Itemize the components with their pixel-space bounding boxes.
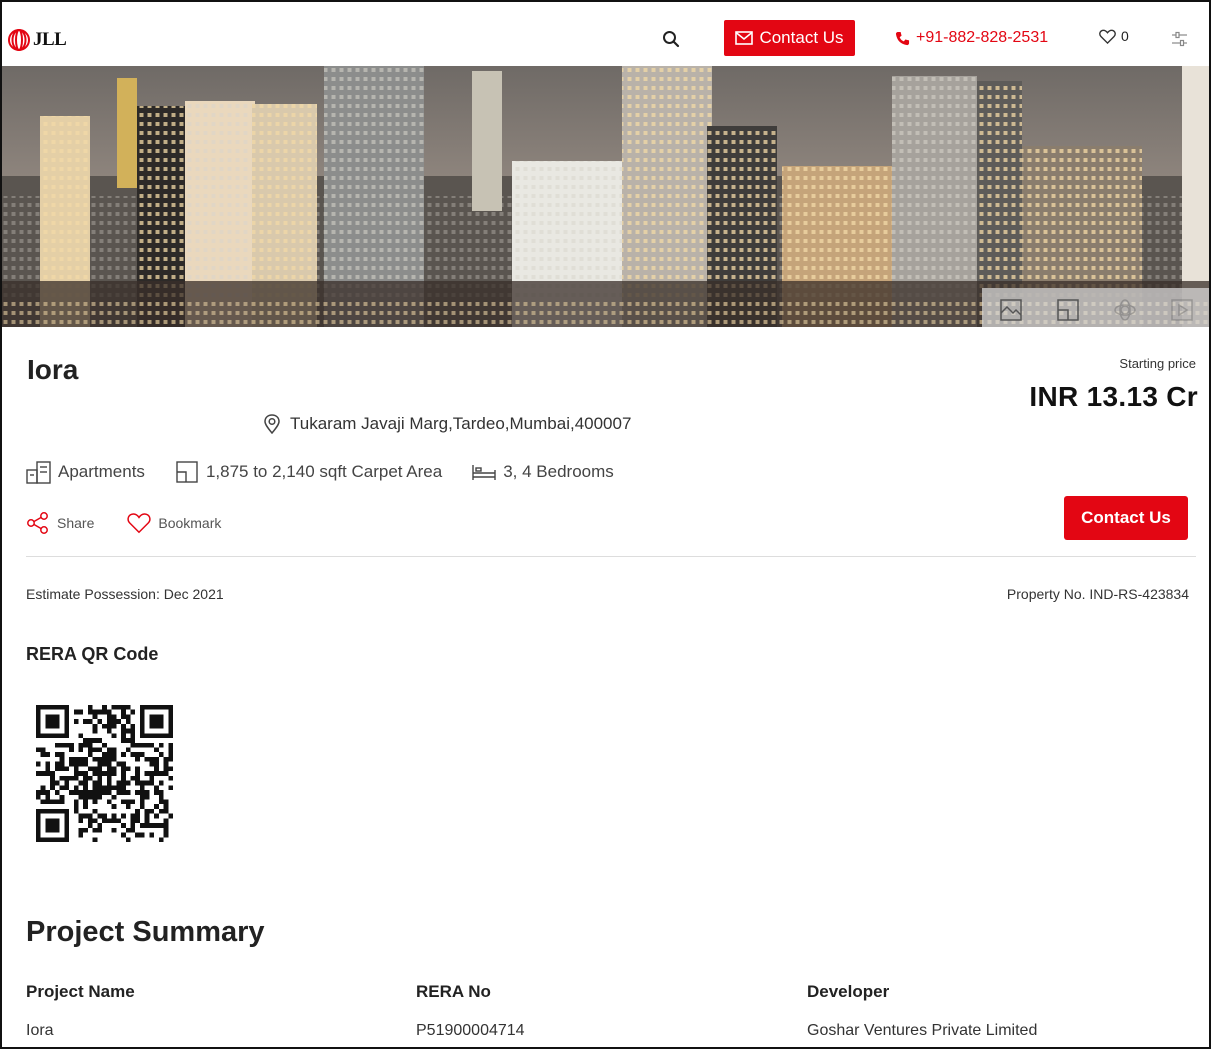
feature-bedrooms: 3, 4 Bedrooms <box>471 460 614 484</box>
property-address[interactable]: Tukaram Javaji Marg,Tardeo,Mumbai,400007 <box>262 414 631 434</box>
property-actions: Share Bookmark <box>26 511 254 535</box>
share-label: Share <box>57 515 95 531</box>
rera-no-label: RERA No <box>416 982 491 1001</box>
property-title: Iora <box>27 354 79 385</box>
mail-icon <box>735 31 754 45</box>
favorites-count: 0 <box>1121 28 1129 44</box>
property-price: INR 13.13 Cr <box>1029 381 1198 412</box>
favorites-button[interactable]: 0 <box>1099 28 1129 44</box>
top-header: JLL Contact Us +91-882-828-2531 0 <box>2 2 1209 66</box>
estimate-possession: Estimate Possession: Dec 2021 <box>26 586 224 602</box>
bookmark-label: Bookmark <box>158 515 222 531</box>
developer-value: Goshar Ventures Private Limited <box>807 1022 1038 1039</box>
phone-link[interactable]: +91-882-828-2531 <box>895 29 1048 47</box>
section-divider <box>26 556 1196 557</box>
heart-icon <box>127 513 151 534</box>
logo-text: JLL <box>33 29 67 50</box>
property-features: Apartments 1,875 to 2,140 sqft Carpet Ar… <box>26 460 643 484</box>
qr-finder-pattern <box>36 705 70 739</box>
rera-qr-code <box>36 705 173 842</box>
heart-icon <box>1099 29 1116 44</box>
gallery-photos-button[interactable]: 2 <box>982 288 1039 327</box>
header-contact-label: Contact Us <box>759 28 844 47</box>
address-text: Tukaram Javaji Marg,Tardeo,Mumbai,400007 <box>290 414 632 433</box>
location-pin-icon <box>264 414 280 434</box>
developer-label: Developer <box>807 982 890 1001</box>
hero-image[interactable]: 2 1 <box>2 66 1209 327</box>
gallery-360-button[interactable] <box>1096 288 1153 327</box>
phone-number: +91-882-828-2531 <box>916 29 1049 46</box>
gallery-video-button[interactable] <box>1153 288 1209 327</box>
feature-area: 1,875 to 2,140 sqft Carpet Area <box>174 460 442 484</box>
project-summary-heading: Project Summary <box>26 916 265 948</box>
floor-area-icon <box>176 461 198 483</box>
rera-qr-heading: RERA QR Code <box>26 644 159 664</box>
phone-icon <box>895 31 910 45</box>
qr-finder-pattern <box>36 808 70 842</box>
gallery-floorplan-button[interactable]: 1 <box>1039 288 1096 327</box>
image-icon <box>999 299 1022 321</box>
share-icon <box>27 512 48 534</box>
project-name-value: Iora <box>26 1022 54 1039</box>
header-contact-button[interactable]: Contact Us <box>724 20 855 56</box>
rera-no-value: P51900004714 <box>416 1022 525 1039</box>
feature-bedrooms-label: 3, 4 Bedrooms <box>503 462 614 481</box>
contact-us-button[interactable]: Contact Us <box>1064 496 1188 540</box>
jll-logo-icon <box>8 29 30 51</box>
360-view-icon <box>1113 299 1136 321</box>
filter-settings-icon[interactable] <box>1171 30 1188 48</box>
starting-price-label: Starting price <box>1119 356 1196 371</box>
bed-icon <box>472 465 496 480</box>
floor-plan-icon <box>1056 299 1079 321</box>
qr-finder-pattern <box>139 705 173 739</box>
property-number: Property No. IND-RS-423834 <box>1006 586 1189 602</box>
feature-area-label: 1,875 to 2,140 sqft Carpet Area <box>205 462 443 481</box>
share-button[interactable]: Share <box>26 511 94 535</box>
video-icon <box>1170 299 1193 321</box>
project-name-label: Project Name <box>26 982 135 1001</box>
search-icon[interactable] <box>662 30 680 48</box>
feature-type-label: Apartments <box>58 462 145 481</box>
bookmark-button[interactable]: Bookmark <box>127 511 221 535</box>
feature-type: Apartments <box>26 460 145 484</box>
media-gallery-strip: 2 1 <box>982 288 1209 327</box>
apartment-icon <box>26 461 51 484</box>
jll-logo[interactable]: JLL <box>8 29 67 51</box>
